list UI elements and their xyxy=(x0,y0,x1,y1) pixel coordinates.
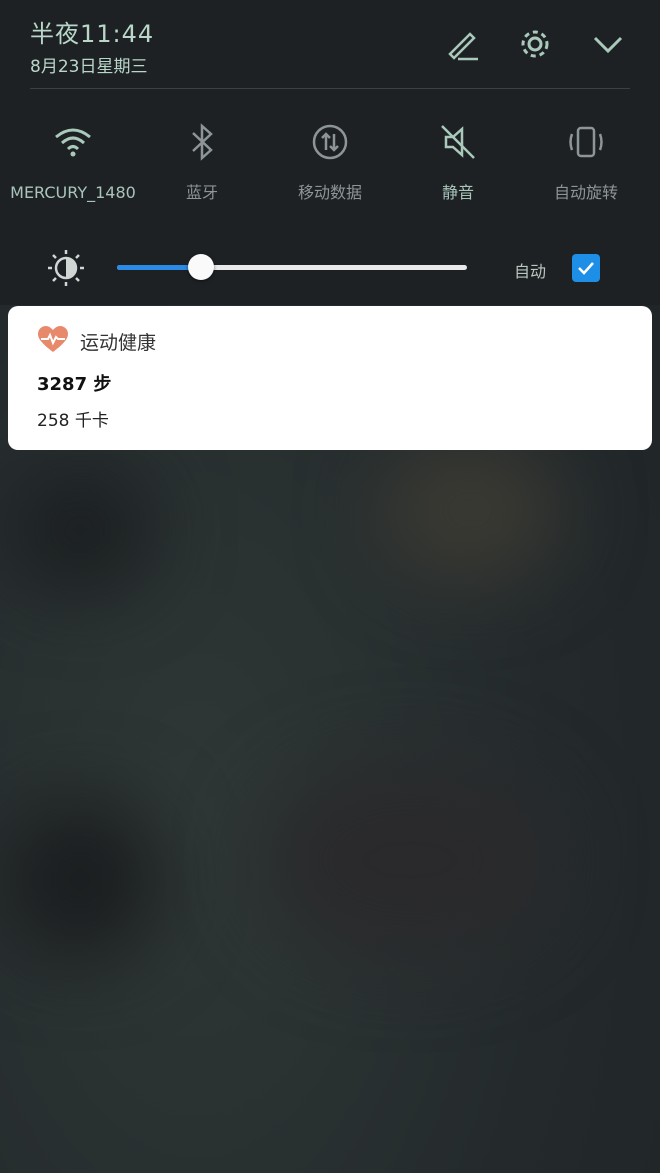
toggle-wifi[interactable]: MERCURY_1480 xyxy=(8,120,138,206)
auto-brightness-checkbox[interactable] xyxy=(572,254,600,282)
toggle-label: 自动旋转 xyxy=(553,183,618,202)
header-divider xyxy=(30,88,630,89)
calories-count: 258 千卡 xyxy=(37,411,109,431)
toggle-bluetooth[interactable]: 蓝牙 xyxy=(137,120,267,206)
brightness-icon xyxy=(46,248,86,292)
auto-rotate-icon xyxy=(564,120,608,164)
toggle-label: 蓝牙 xyxy=(185,183,218,202)
quick-settings-panel: 半夜11:44 8月23日星期三 MERCURY_1480 蓝牙 移动数据 静音 xyxy=(0,0,660,305)
notification-app-name: 运动健康 xyxy=(80,332,157,354)
collapse-chevron-icon[interactable] xyxy=(588,24,628,64)
toggle-label: MERCURY_1480 xyxy=(10,183,136,202)
bluetooth-icon xyxy=(180,120,224,164)
wallpaper-blur xyxy=(0,800,160,960)
auto-brightness-label: 自动 xyxy=(514,262,547,281)
wallpaper-blur xyxy=(380,440,560,580)
wallpaper-blur xyxy=(10,470,150,590)
toggle-auto-rotate[interactable]: 自动旋转 xyxy=(521,120,651,206)
settings-icon[interactable] xyxy=(515,24,555,64)
notification-card[interactable]: 运动健康 3287 步 258 千卡 xyxy=(8,306,652,450)
check-icon xyxy=(578,262,594,275)
brightness-row: 自动 xyxy=(0,246,660,290)
heart-rate-icon xyxy=(38,326,68,358)
brightness-slider-thumb[interactable] xyxy=(188,254,214,280)
mobile-data-icon xyxy=(308,120,352,164)
wifi-icon xyxy=(51,120,95,164)
wallpaper-blur xyxy=(260,760,560,960)
toggle-mute[interactable]: 静音 xyxy=(393,120,523,206)
clock-time: 半夜11:44 xyxy=(30,20,155,48)
edit-icon[interactable] xyxy=(442,24,482,64)
clock-date: 8月23日星期三 xyxy=(30,57,148,77)
steps-count: 3287 步 xyxy=(37,374,112,395)
mute-icon xyxy=(436,120,480,164)
toggle-mobile-data[interactable]: 移动数据 xyxy=(265,120,395,206)
toggle-label: 静音 xyxy=(441,183,474,202)
toggle-label: 移动数据 xyxy=(297,183,362,202)
